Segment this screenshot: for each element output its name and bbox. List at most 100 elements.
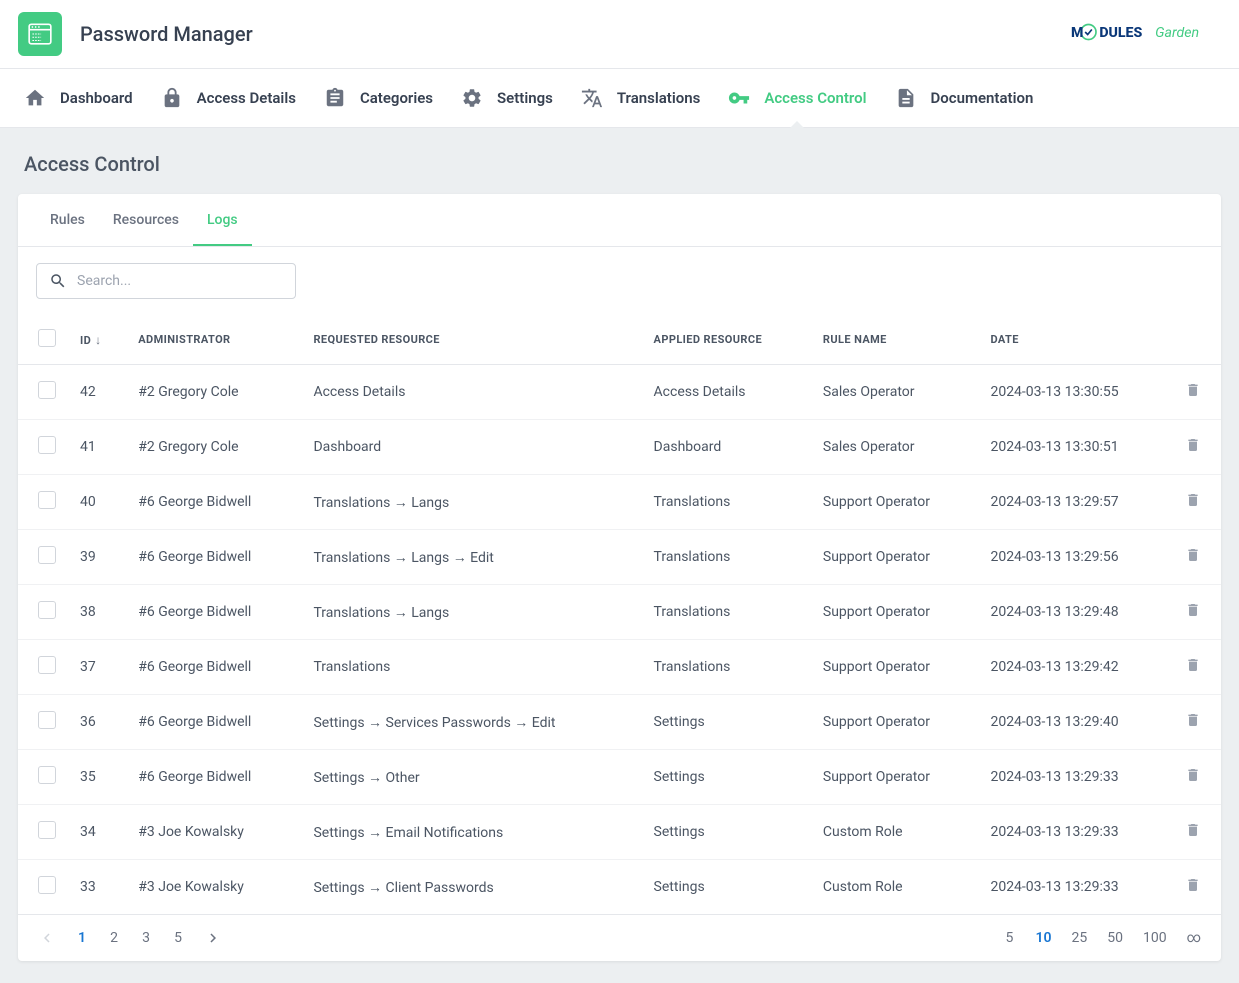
col-rule[interactable]: RULE NAME	[811, 315, 979, 365]
cell-requested: Settings → Client Passwords	[301, 860, 641, 915]
delete-row-button[interactable]	[1185, 717, 1201, 733]
window-icon	[27, 21, 53, 47]
size-100[interactable]: 100	[1143, 930, 1167, 946]
nav-categories[interactable]: Categories	[310, 69, 447, 127]
cell-admin: #2 Gregory Cole	[126, 420, 301, 475]
nav-translations[interactable]: Translations	[567, 69, 714, 127]
row-checkbox[interactable]	[38, 766, 56, 784]
delete-row-button[interactable]	[1185, 552, 1201, 568]
page-2[interactable]: 2	[108, 930, 120, 946]
next-page-button[interactable]	[204, 929, 222, 947]
table-row: 33#3 Joe KowalskySettings → Client Passw…	[18, 860, 1221, 915]
size-5[interactable]: 5	[1003, 930, 1015, 946]
cell-admin: #6 George Bidwell	[126, 585, 301, 640]
page-5[interactable]: 5	[172, 930, 184, 946]
tab-rules[interactable]: Rules	[36, 194, 99, 246]
delete-row-button[interactable]	[1185, 882, 1201, 898]
tab-logs[interactable]: Logs	[193, 194, 252, 246]
nav-settings[interactable]: Settings	[447, 69, 567, 127]
row-checkbox[interactable]	[38, 876, 56, 894]
cell-date: 2024-03-13 13:30:51	[978, 420, 1173, 475]
select-all-checkbox[interactable]	[38, 329, 56, 347]
col-applied[interactable]: APPLIED RESOURCE	[642, 315, 811, 365]
nav-label: Access Control	[764, 89, 866, 107]
col-id[interactable]: ID↓	[68, 315, 126, 365]
size-25[interactable]: 25	[1071, 930, 1087, 946]
page-size-selector: 5 10 25 50 100 ∞	[1003, 930, 1201, 946]
nav-dashboard[interactable]: Dashboard	[10, 69, 147, 127]
sort-desc-icon: ↓	[95, 333, 101, 347]
nav-label: Documentation	[931, 89, 1034, 107]
cell-date: 2024-03-13 13:29:33	[978, 750, 1173, 805]
nav-access-details[interactable]: Access Details	[147, 69, 310, 127]
row-checkbox[interactable]	[38, 546, 56, 564]
cell-admin: #6 George Bidwell	[126, 695, 301, 750]
tab-resources[interactable]: Resources	[99, 194, 193, 246]
delete-row-button[interactable]	[1185, 607, 1201, 623]
size-all[interactable]: ∞	[1187, 930, 1201, 946]
cell-requested: Translations → Langs → Edit	[301, 530, 641, 585]
delete-row-button[interactable]	[1185, 442, 1201, 458]
nav-documentation[interactable]: Documentation	[881, 69, 1048, 127]
row-checkbox[interactable]	[38, 601, 56, 619]
nav-label: Translations	[617, 89, 700, 107]
trash-icon	[1185, 711, 1201, 729]
home-icon	[24, 87, 46, 109]
table-row: 34#3 Joe KowalskySettings → Email Notifi…	[18, 805, 1221, 860]
cell-applied: Translations	[642, 530, 811, 585]
cell-admin: #3 Joe Kowalsky	[126, 860, 301, 915]
main-nav: Dashboard Access Details Categories Sett…	[0, 69, 1239, 128]
cell-rule: Custom Role	[811, 805, 979, 860]
table-row: 40#6 George BidwellTranslations → LangsT…	[18, 475, 1221, 530]
cell-admin: #6 George Bidwell	[126, 530, 301, 585]
page-1[interactable]: 1	[76, 930, 88, 946]
cell-rule: Sales Operator	[811, 365, 979, 420]
cell-requested: Translations → Langs	[301, 475, 641, 530]
table-row: 42#2 Gregory ColeAccess DetailsAccess De…	[18, 365, 1221, 420]
brand-logo: MDULESGarden	[1071, 20, 1221, 48]
search-input[interactable]	[77, 273, 283, 289]
row-checkbox[interactable]	[38, 821, 56, 839]
cell-requested: Translations	[301, 640, 641, 695]
row-checkbox[interactable]	[38, 381, 56, 399]
row-checkbox[interactable]	[38, 436, 56, 454]
table-footer: 1 2 3 5 5 10 25 50 100 ∞	[18, 915, 1221, 961]
cell-applied: Settings	[642, 860, 811, 915]
size-10[interactable]: 10	[1035, 930, 1051, 946]
col-admin[interactable]: ADMINISTRATOR	[126, 315, 301, 365]
lock-icon	[161, 87, 183, 109]
col-date[interactable]: DATE	[978, 315, 1173, 365]
cell-id: 34	[68, 805, 126, 860]
table-row: 37#6 George BidwellTranslationsTranslati…	[18, 640, 1221, 695]
trash-icon	[1185, 821, 1201, 839]
cell-id: 39	[68, 530, 126, 585]
pagination: 1 2 3 5	[38, 929, 222, 947]
trash-icon	[1185, 876, 1201, 894]
cell-rule: Support Operator	[811, 530, 979, 585]
cell-id: 33	[68, 860, 126, 915]
col-requested[interactable]: REQUESTED RESOURCE	[301, 315, 641, 365]
cell-id: 37	[68, 640, 126, 695]
prev-page-button[interactable]	[38, 929, 56, 947]
cell-requested: Access Details	[301, 365, 641, 420]
row-checkbox[interactable]	[38, 491, 56, 509]
row-checkbox[interactable]	[38, 656, 56, 674]
delete-row-button[interactable]	[1185, 827, 1201, 843]
trash-icon	[1185, 491, 1201, 509]
row-checkbox[interactable]	[38, 711, 56, 729]
page-3[interactable]: 3	[140, 930, 152, 946]
cell-admin: #2 Gregory Cole	[126, 365, 301, 420]
cell-date: 2024-03-13 13:29:40	[978, 695, 1173, 750]
cell-applied: Access Details	[642, 365, 811, 420]
gear-icon	[461, 87, 483, 109]
delete-row-button[interactable]	[1185, 387, 1201, 403]
trash-icon	[1185, 546, 1201, 564]
nav-label: Categories	[360, 89, 433, 107]
delete-row-button[interactable]	[1185, 662, 1201, 678]
size-50[interactable]: 50	[1107, 930, 1123, 946]
cell-rule: Support Operator	[811, 585, 979, 640]
cell-date: 2024-03-13 13:29:33	[978, 805, 1173, 860]
delete-row-button[interactable]	[1185, 772, 1201, 788]
delete-row-button[interactable]	[1185, 497, 1201, 513]
nav-access-control[interactable]: Access Control	[714, 69, 880, 127]
